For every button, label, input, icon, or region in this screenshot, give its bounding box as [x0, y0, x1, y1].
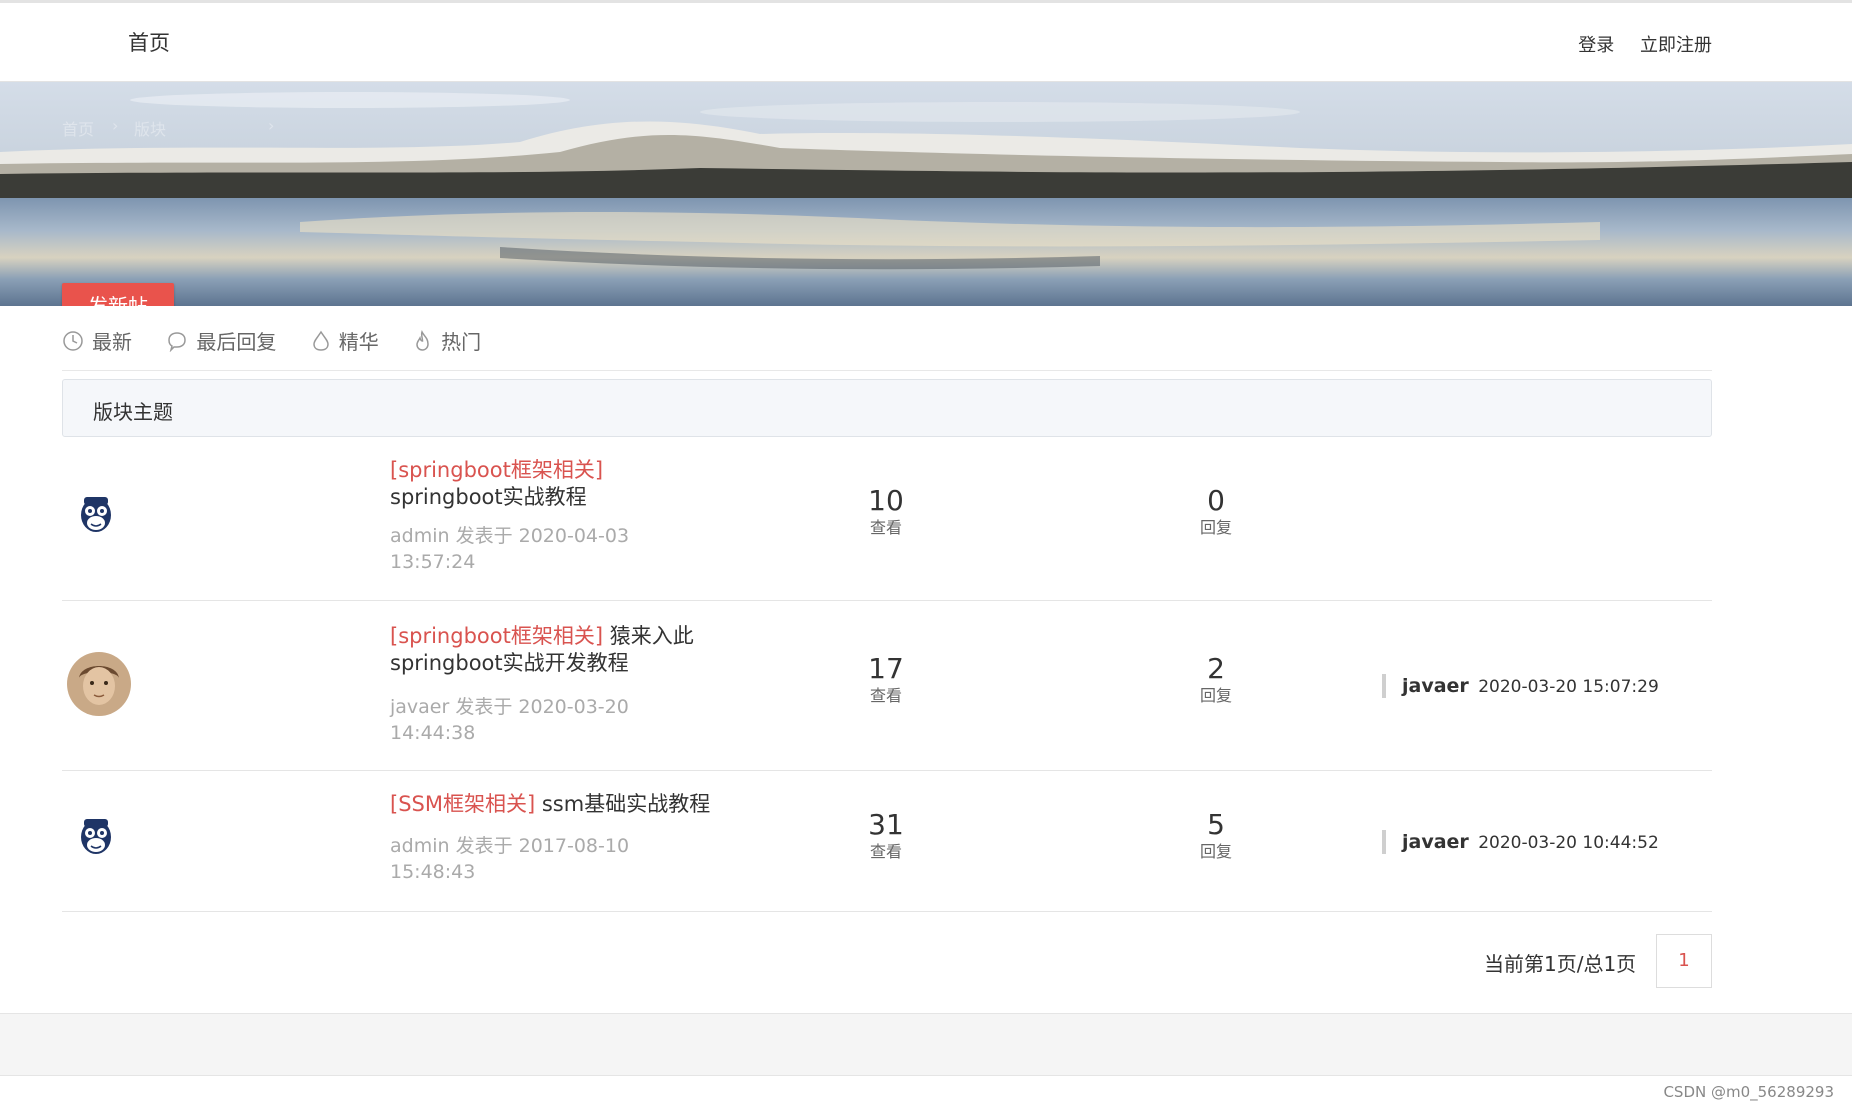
thread-title-text[interactable]: springboot实战教程	[390, 485, 587, 509]
landscape-illustration	[0, 82, 1852, 306]
thread-meta: admin 发表于 2020-04-03 13:57:24	[390, 523, 690, 575]
views-label: 查看	[869, 686, 902, 705]
thread-row: [springboot框架相关] 猿来入此springboot实战开发教程 ja…	[62, 601, 1712, 771]
last-reply-time: 2020-03-20 15:07:29	[1478, 677, 1659, 697]
clock-icon	[63, 330, 83, 351]
new-post-button[interactable]: 发新帖	[62, 283, 174, 306]
views-label: 查看	[869, 842, 902, 861]
thread-author[interactable]: admin	[390, 525, 450, 547]
thread-author[interactable]: javaer	[390, 696, 449, 718]
breadcrumb-board[interactable]: 版块	[134, 116, 166, 140]
thread-row: [springboot框架相关] springboot实战教程 admin 发表…	[62, 441, 1712, 601]
views-count: 10	[868, 484, 904, 517]
monkey-avatar-icon[interactable]	[78, 491, 114, 535]
thread-filter-tabs: 最新 最后回复 精华 热门	[62, 326, 509, 354]
views-count: 17	[868, 652, 904, 685]
views-stat: 31 查看	[846, 809, 926, 863]
nav-account-links: 登录 立即注册	[1558, 31, 1712, 57]
forum-page: 首页 登录 立即注册 首页 › 版块 › 发新帖 最新 最后回复 精华 热门 版…	[0, 0, 1852, 1112]
tab-label: 最新	[92, 330, 132, 354]
replies-stat: 2 回复	[1176, 653, 1256, 707]
replies-count: 0	[1207, 484, 1225, 517]
views-count: 31	[868, 808, 904, 841]
thread-category-tag[interactable]: [springboot框架相关]	[390, 624, 603, 648]
views-stat: 17 查看	[846, 653, 926, 707]
watermark-credit: CSDN @m0_56289293	[1663, 1083, 1834, 1101]
replies-stat: 0 回复	[1176, 485, 1256, 539]
section-header: 版块主题	[62, 379, 1712, 437]
login-link[interactable]: 登录	[1578, 35, 1614, 56]
views-stat: 10 查看	[846, 485, 926, 539]
thread-title[interactable]: [springboot框架相关] 猿来入此springboot实战开发教程	[390, 623, 720, 677]
last-reply-time: 2020-03-20 10:44:52	[1478, 833, 1659, 853]
last-reply-info: javaer 2020-03-20 10:44:52	[1382, 830, 1659, 854]
thread-meta: admin 发表于 2017-08-10 15:48:43	[390, 833, 690, 885]
drop-icon	[312, 330, 329, 351]
thread-meta: javaer 发表于 2020-03-20 14:44:38	[390, 694, 690, 746]
footer	[0, 1013, 1852, 1076]
last-reply-user[interactable]: javaer	[1402, 831, 1469, 853]
nav-home-link[interactable]: 首页	[128, 27, 170, 57]
thread-author[interactable]: admin	[390, 835, 450, 857]
tab-label: 热门	[441, 330, 482, 354]
thread-category-tag[interactable]: [springboot框架相关]	[390, 458, 603, 482]
tab-label: 最后回复	[196, 330, 277, 354]
banner-image: 首页 › 版块 › 发新帖	[0, 82, 1852, 306]
replies-label: 回复	[1199, 686, 1232, 705]
section-title: 版块主题	[93, 400, 173, 424]
tab-last-reply[interactable]: 最后回复	[166, 326, 276, 355]
tab-latest[interactable]: 最新	[62, 326, 132, 355]
chat-bubble-icon	[168, 331, 187, 352]
last-reply-user[interactable]: javaer	[1402, 675, 1469, 697]
top-navbar: 首页 登录 立即注册	[0, 0, 1852, 82]
divider	[62, 370, 1712, 371]
tab-hot[interactable]: 热门	[413, 326, 481, 355]
last-reply-info: javaer 2020-03-20 15:07:29	[1382, 674, 1659, 698]
views-label: 查看	[869, 518, 902, 537]
thread-title[interactable]: [springboot框架相关] springboot实战教程	[390, 457, 720, 511]
breadcrumb-home[interactable]: 首页	[62, 116, 94, 140]
tab-featured[interactable]: 精华	[311, 326, 379, 355]
flame-icon	[416, 329, 429, 351]
pagination-status: 当前第1页/总1页	[1484, 952, 1637, 976]
replies-count: 2	[1207, 652, 1225, 685]
tab-label: 精华	[338, 330, 379, 354]
replies-label: 回复	[1199, 842, 1232, 861]
thread-title-text[interactable]: ssm基础实战教程	[542, 792, 710, 816]
replies-count: 5	[1207, 808, 1225, 841]
thread-title[interactable]: [SSM框架相关] ssm基础实战教程	[390, 791, 720, 818]
breadcrumb-separator: ›	[268, 116, 275, 135]
breadcrumb-separator: ›	[112, 116, 119, 135]
user-photo-avatar[interactable]	[67, 652, 131, 716]
replies-label: 回复	[1199, 518, 1232, 537]
register-link[interactable]: 立即注册	[1640, 35, 1712, 56]
thread-category-tag[interactable]: [SSM框架相关]	[390, 792, 535, 816]
monkey-avatar-icon[interactable]	[78, 813, 114, 857]
replies-stat: 5 回复	[1176, 809, 1256, 863]
thread-row: [SSM框架相关] ssm基础实战教程 admin 发表于 2017-08-10…	[62, 771, 1712, 912]
page-button-current[interactable]: 1	[1656, 934, 1712, 988]
